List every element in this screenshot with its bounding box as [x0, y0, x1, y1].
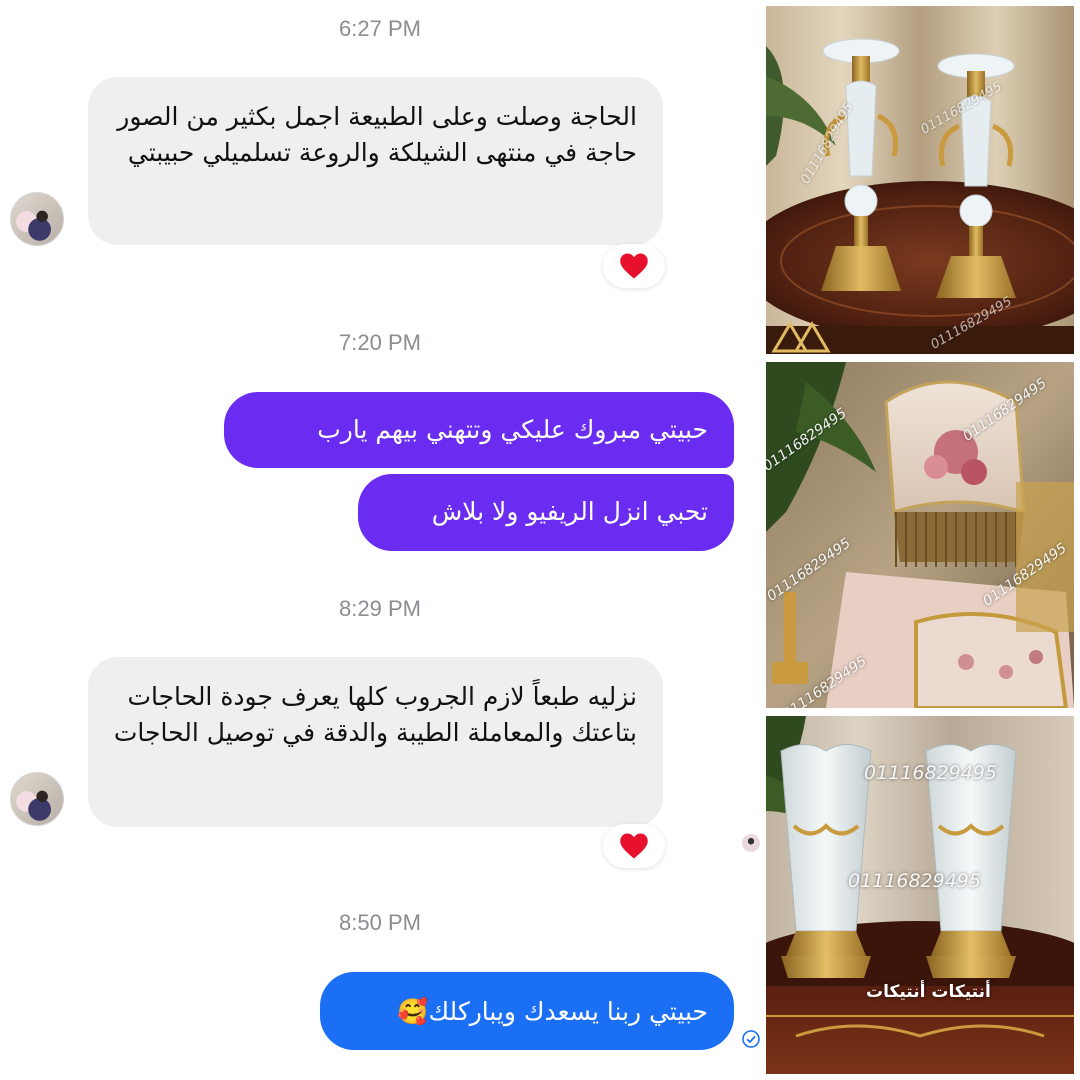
delivered-check-icon — [742, 1030, 760, 1048]
shop-name-watermark: أنتيكات أنتيكات — [866, 982, 991, 1002]
heart-icon — [620, 253, 648, 279]
outgoing-message-bubble[interactable]: حبيتي مبروك عليكي وتتهني بيهم يارب — [224, 392, 734, 468]
incoming-message-bubble[interactable]: الحاجة وصلت وعلى الطبيعة اجمل بكثير من ا… — [88, 77, 663, 245]
incoming-message-bubble[interactable]: نزليه طبعاً لازم الجروب كلها يعرف جودة ا… — [88, 657, 663, 827]
outgoing-message-bubble[interactable]: حبيتي ربنا يسعدك ويباركلك🥰 — [320, 972, 734, 1050]
contact-avatar[interactable] — [10, 772, 64, 826]
phone-watermark: 01116829495 — [848, 870, 981, 892]
timestamp: 6:27 PM — [339, 16, 421, 41]
phone-watermark: 01116829495 — [864, 762, 997, 784]
timestamp: 8:50 PM — [339, 910, 421, 935]
message-reaction[interactable] — [603, 244, 665, 288]
message-reaction[interactable] — [603, 824, 665, 868]
outgoing-message-bubble[interactable]: تحبي انزل الريفيو ولا بلاش — [358, 474, 734, 551]
timestamp: 7:20 PM — [339, 330, 421, 355]
heart-icon — [620, 833, 648, 859]
product-photo-candelabra[interactable]: 01116829495 01116829495 01116829495 — [766, 6, 1074, 354]
product-photo-crystal-vases[interactable]: 01116829495 01116829495 أنتيكات أنتيكات — [766, 716, 1074, 1074]
chat-panel: 6:27 PM الحاجة وصلت وعلى الطبيعة اجمل بك… — [0, 0, 760, 1080]
timestamp: 8:29 PM — [339, 596, 421, 621]
seen-receipt-avatar — [742, 834, 760, 852]
product-photo-collage: 01116829495 01116829495 01116829495 0111… — [766, 6, 1074, 1074]
contact-avatar[interactable] — [10, 192, 64, 246]
product-photo-chair-lamp[interactable]: 01116829495 01116829495 01116829495 0111… — [766, 362, 1074, 708]
